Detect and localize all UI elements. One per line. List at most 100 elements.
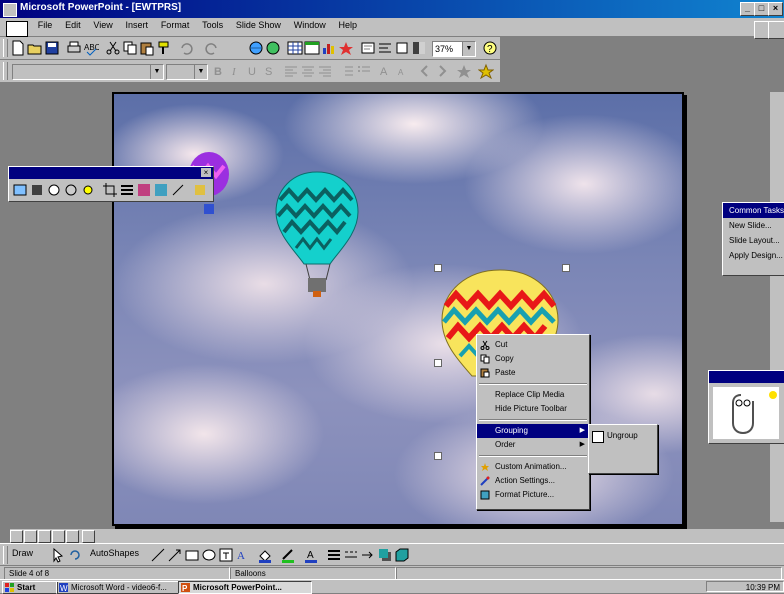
bullets-icon[interactable] (356, 63, 372, 79)
insert-chart-icon[interactable] (321, 40, 337, 56)
web-toolbar-icon[interactable] (265, 40, 281, 56)
italic-icon[interactable]: I (227, 63, 243, 79)
line-style-icon[interactable] (326, 547, 342, 563)
menu-window[interactable]: Window (289, 18, 331, 32)
format-picture-icon[interactable] (153, 182, 169, 198)
help-icon[interactable]: ? (482, 40, 498, 56)
save-icon[interactable] (44, 40, 60, 56)
autoshapes-menu[interactable]: AutoShapes (90, 548, 139, 558)
context-item-cut[interactable]: Cut (477, 338, 589, 352)
font-color-icon[interactable]: A (303, 547, 319, 563)
format-painter-icon[interactable] (156, 40, 172, 56)
numbering-icon[interactable] (339, 63, 355, 79)
increase-font-icon[interactable]: A (378, 63, 394, 79)
start-button[interactable]: Start (2, 581, 58, 594)
minimize-button[interactable]: _ (740, 2, 755, 16)
slide-show-button[interactable] (66, 530, 79, 543)
selection-handle[interactable] (562, 264, 570, 272)
open-icon[interactable] (27, 40, 43, 56)
context-item-action-settings[interactable]: Action Settings... (477, 474, 589, 488)
recolor-icon[interactable] (136, 182, 152, 198)
insert-table-icon[interactable] (287, 40, 303, 56)
paste-icon[interactable] (139, 40, 155, 56)
context-item-order[interactable]: Order ▶ (477, 438, 589, 452)
selection-handle[interactable] (434, 359, 442, 367)
common-tasks-icon[interactable] (478, 63, 494, 79)
copy-icon[interactable] (122, 40, 138, 56)
context-item-hide-toolbar[interactable]: Hide Picture Toolbar (477, 402, 589, 416)
image-control-icon[interactable] (29, 182, 45, 198)
new-slide-item[interactable]: New Slide... (723, 218, 784, 233)
menu-file[interactable]: File (33, 18, 58, 32)
doc-close-button[interactable] (768, 21, 784, 39)
align-center-icon[interactable] (300, 63, 316, 79)
context-item-custom-animation[interactable]: Custom Animation... (477, 460, 589, 474)
align-left-icon[interactable] (283, 63, 299, 79)
text-box-icon[interactable] (218, 547, 234, 563)
context-item-copy[interactable]: Copy (477, 352, 589, 366)
toolbar-grip[interactable] (3, 546, 8, 564)
print-icon[interactable] (66, 40, 82, 56)
animation-effects-icon[interactable] (456, 63, 472, 79)
close-icon[interactable]: × (201, 168, 211, 177)
zoom-combo[interactable]: 37% ▼ (432, 41, 476, 57)
common-tasks-title[interactable]: Common Tasks (723, 203, 784, 218)
office-assistant-titlebar[interactable] (709, 371, 784, 383)
shadow-icon[interactable]: S (261, 63, 277, 79)
underline-icon[interactable]: U (244, 63, 260, 79)
3d-style-icon[interactable] (394, 547, 410, 563)
insert-picture-icon[interactable] (12, 182, 28, 198)
expand-all-icon[interactable] (377, 40, 393, 56)
apply-design-item[interactable]: Apply Design... (723, 248, 784, 263)
chevron-down-icon[interactable]: ▼ (462, 42, 475, 56)
close-button[interactable]: × (768, 2, 783, 16)
arrow-icon[interactable] (167, 547, 183, 563)
crop-icon[interactable] (102, 182, 118, 198)
normal-view-button[interactable] (10, 530, 23, 543)
align-right-icon[interactable] (317, 63, 333, 79)
draw-menu[interactable]: Draw (12, 548, 33, 558)
set-transparent-icon[interactable] (170, 182, 186, 198)
new-icon[interactable] (10, 40, 26, 56)
cut-icon[interactable] (105, 40, 121, 56)
menu-insert[interactable]: Insert (121, 18, 154, 32)
selection-handle[interactable] (434, 452, 442, 460)
context-item-grouping[interactable]: Grouping ▶ (477, 424, 589, 438)
grayscale-preview-icon[interactable] (411, 40, 427, 56)
menu-tools[interactable]: Tools (197, 18, 228, 32)
context-item-format-picture[interactable]: Format Picture... (477, 488, 589, 502)
slide-layout-item[interactable]: Slide Layout... (723, 233, 784, 248)
powerpoint-app-icon[interactable] (3, 3, 17, 17)
office-assistant[interactable] (708, 370, 784, 444)
line-style-icon[interactable] (119, 182, 135, 198)
submenu-item-ungroup[interactable]: Ungroup (589, 429, 657, 443)
select-objects-icon[interactable] (50, 547, 66, 563)
decrease-font-icon[interactable]: A (395, 63, 411, 79)
vertical-scrollbar[interactable] (770, 92, 784, 522)
font-size-combo[interactable]: ▼ (166, 64, 208, 80)
more-contrast-icon[interactable] (46, 182, 62, 198)
document-icon[interactable] (6, 21, 28, 37)
line-icon[interactable] (150, 547, 166, 563)
toolbar-grip[interactable] (3, 39, 8, 57)
rectangle-icon[interactable] (184, 547, 200, 563)
arrow-style-icon[interactable] (360, 547, 376, 563)
context-item-paste[interactable]: Paste (477, 366, 589, 380)
scroll-left-button[interactable] (82, 530, 95, 543)
shadow-style-icon[interactable] (377, 547, 393, 563)
taskbar-item-powerpoint[interactable]: P Microsoft PowerPoint... (178, 581, 312, 594)
bold-icon[interactable]: B (210, 63, 226, 79)
promote-icon[interactable] (417, 63, 433, 79)
maximize-button[interactable]: □ (754, 2, 769, 16)
spelling-icon[interactable]: ABC (83, 40, 99, 56)
reset-picture-icon[interactable] (192, 182, 208, 198)
fill-color-icon[interactable] (257, 547, 273, 563)
teal-balloon[interactable] (272, 170, 362, 300)
insert-clipart-icon[interactable] (338, 40, 354, 56)
oval-icon[interactable] (201, 547, 217, 563)
menu-view[interactable]: View (88, 18, 117, 32)
chevron-down-icon[interactable]: ▼ (150, 65, 163, 79)
outline-view-button[interactable] (24, 530, 37, 543)
office-assistant-area[interactable] (713, 387, 779, 439)
slide-sorter-view-button[interactable] (52, 530, 65, 543)
